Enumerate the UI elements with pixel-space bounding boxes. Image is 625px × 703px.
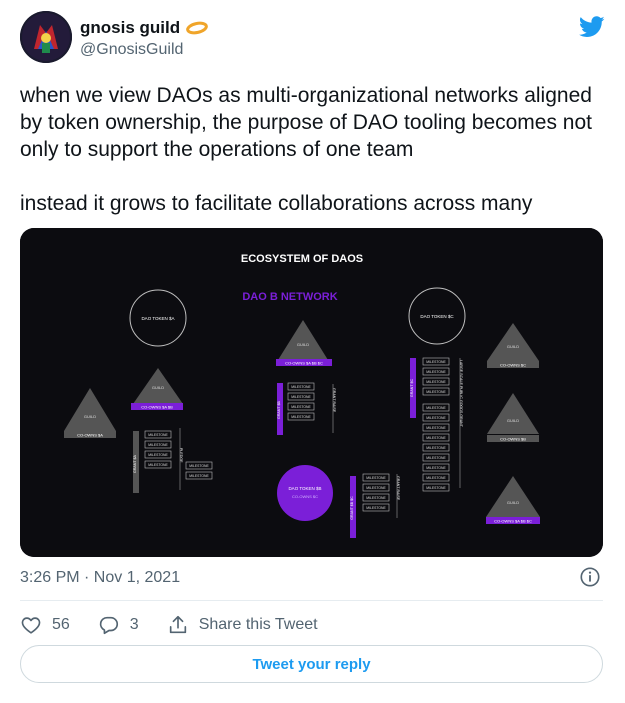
milestone-label: MILESTONE [426, 380, 446, 384]
milestone-label: MILESTONE [366, 486, 386, 490]
milestone-label: MILESTONE [426, 390, 446, 394]
milestone-label: MILESTONE [189, 464, 209, 468]
coowns-c-label: CO-OWNS $C [500, 363, 526, 368]
guild-label-leftmid: GUILD [152, 385, 164, 390]
orange-halo-icon [186, 21, 208, 35]
milestone-label: MILESTONE [426, 416, 446, 420]
user-handle[interactable]: @GnosisGuild [80, 41, 208, 59]
milestone-label: MILESTONE [366, 506, 386, 510]
reply-action-button[interactable]: 3 [98, 614, 139, 636]
grant-b-label: GRANT $B [277, 400, 281, 419]
milestone-label: MILESTONE [426, 486, 446, 490]
like-button[interactable]: 56 [20, 614, 70, 636]
heart-icon [21, 617, 41, 634]
tweet-media-image[interactable]: ECOSYSTEM OF DAOS DAO B NETWORK DAO TOKE… [20, 228, 603, 557]
milestone-label: MILESTONE [426, 446, 446, 450]
token-a-label: DAO TOKEN $A [141, 316, 174, 321]
network-label: DAO B NETWORK [242, 291, 337, 303]
tweet-actions: 56 3 Share this Tweet [20, 611, 346, 639]
token-b-sub: CO-OWNS $C [292, 494, 318, 499]
guild-label-right-mid: GUILD [507, 418, 519, 423]
milestone-label: MILESTONE [426, 360, 446, 364]
milestone-label: MILESTONE [148, 433, 168, 437]
milestone-label: MILESTONE [291, 385, 311, 389]
milestone-label: MILESTONE [366, 476, 386, 480]
milestone-label: MILESTONE [189, 474, 209, 478]
milestone-label: MILESTONE [291, 405, 311, 409]
milestone-label: MILESTONE [148, 443, 168, 447]
ecosystem-diagram: ECOSYSTEM OF DAOS DAO B NETWORK DAO TOKE… [20, 228, 603, 557]
milestone-label: MILESTONE [148, 463, 168, 467]
guild-label-right-bottom: GUILD [507, 500, 519, 505]
token-b-circle [277, 465, 333, 521]
milestone-label: MILESTONE [291, 415, 311, 419]
coowns-abc-label: CO-OWNS $A $B $C [285, 361, 323, 366]
milestone-label: MILESTONE [426, 426, 446, 430]
user-names: gnosis guild @GnosisGuild [80, 18, 208, 59]
divider [20, 600, 603, 601]
info-icon[interactable] [579, 566, 601, 588]
coowns-ab-label: CO-OWNS $A $B [141, 405, 173, 410]
public-goods-label: LARGE SCALE PUBLIC GOODS GRANT [459, 360, 463, 428]
guild-label-right-top: GUILD [507, 344, 519, 349]
milestone-label: MILESTONE [426, 406, 446, 410]
reply-bubble-icon [99, 616, 118, 635]
coowns-a-label: CO-OWNS $A [77, 433, 103, 438]
like-count: 56 [52, 616, 70, 633]
reply-count: 3 [129, 616, 139, 633]
tweet-timestamp[interactable]: 3:26 PM · Nov 1, 2021 [20, 569, 180, 587]
grant-raise-label: GRANT RAISE [332, 388, 336, 413]
milestone-label: MILESTONE [426, 476, 446, 480]
grant-a-label: GRANT $A [133, 454, 137, 473]
diagram-title: ECOSYSTEM OF DAOS [241, 253, 363, 265]
share-label: Share this Tweet [198, 616, 318, 633]
share-button[interactable]: Share this Tweet [167, 614, 318, 636]
milestone-label: MILESTONE [366, 496, 386, 500]
milestone-label: MILESTONE [291, 395, 311, 399]
display-name[interactable]: gnosis guild [80, 18, 180, 38]
coowns-abc-label-2: CO-OWNS $A $B $C [494, 519, 532, 524]
milestone-label: MILESTONE [426, 456, 446, 460]
tweet-your-reply-button[interactable]: Tweet your reply [20, 645, 603, 683]
grant-c-label: GRANT $C [410, 379, 414, 398]
guild-label-center: GUILD [297, 342, 309, 347]
twitter-bird-icon[interactable] [579, 16, 605, 38]
display-name-row[interactable]: gnosis guild [80, 18, 208, 38]
milestone-label: MILESTONE [426, 466, 446, 470]
grant-bc-label: GRANT $B $C [350, 496, 354, 520]
avatar[interactable] [20, 11, 72, 63]
pledge-label: PLEDGE [179, 448, 183, 463]
guild-label-left: GUILD [84, 414, 96, 419]
milestone-label: MILESTONE [426, 436, 446, 440]
milestone-label: MILESTONE [148, 453, 168, 457]
tweet-card: gnosis guild @GnosisGuild when we view D… [0, 0, 625, 703]
token-c-label: DAO TOKEN $C [420, 314, 454, 319]
tweet-text: when we view DAOs as multi-organizationa… [20, 84, 593, 215]
coowns-b-label: CO-OWNS $B [500, 437, 526, 442]
milestone-label: MILESTONE [426, 370, 446, 374]
share-icon [169, 615, 186, 634]
token-b-label: DAO TOKEN $B [288, 486, 321, 491]
grant-raise-label-2: GRANT RAISE [396, 476, 400, 501]
guild-avatar-icon [20, 11, 72, 63]
